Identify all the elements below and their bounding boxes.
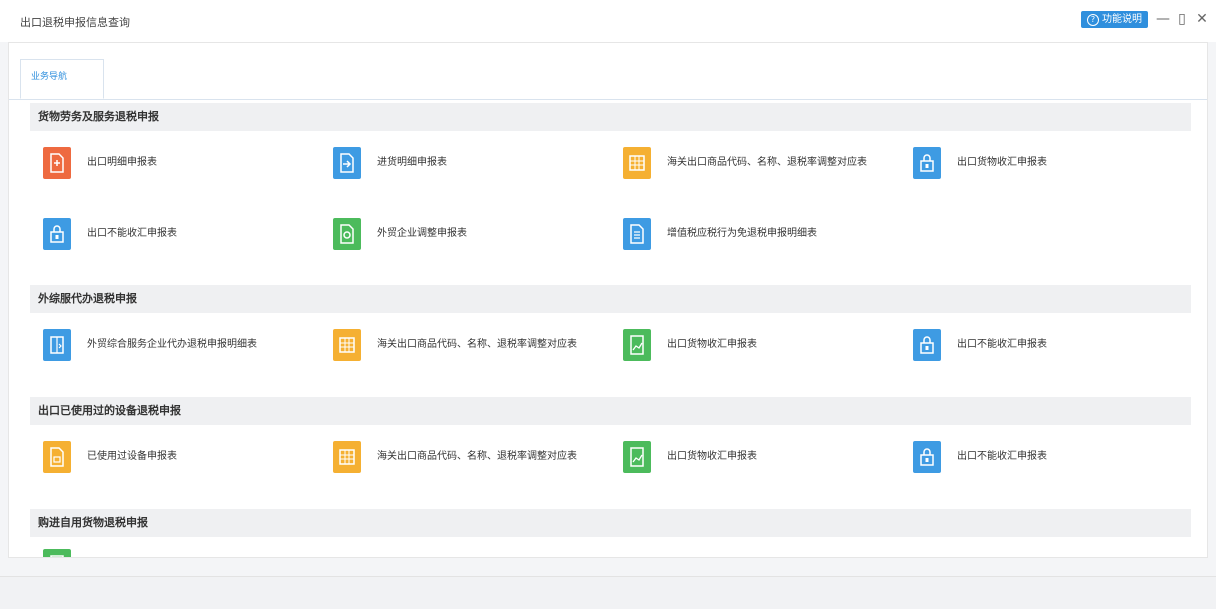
menu-item-export-no-collection[interactable]: 出口不能收汇申报表 [913,329,1047,361]
help-label: 功能说明 [1102,14,1142,25]
menu-item-self-use-purchase[interactable] [43,549,87,557]
section-header: 外综服代办退税申报 [30,285,1191,313]
lock-doc-icon [913,441,941,473]
list-doc-icon [623,218,651,250]
menu-item-export-no-collection[interactable]: 出口不能收汇申报表 [913,441,1047,473]
restore-button[interactable]: ▯ [1176,11,1188,28]
lock-doc-icon [43,218,71,250]
section-header: 货物劳务及服务退税申报 [30,103,1191,131]
menu-item-foreign-trade-agent[interactable]: 外贸综合服务企业代办退税申报明细表 [43,329,257,361]
menu-item-label: 外贸综合服务企业代办退税申报明细表 [87,339,257,350]
edit-doc-icon [333,218,361,250]
section-header: 出口已使用过的设备退税申报 [30,397,1191,425]
menu-item-label: 出口不能收汇申报表 [87,228,177,239]
chart-doc-icon [623,329,651,361]
menu-item-export-collection[interactable]: 出口货物收汇申报表 [623,329,757,361]
menu-item-label: 出口货物收汇申报表 [667,451,757,462]
minimize-button[interactable]: — [1156,11,1170,28]
question-icon: ? [1087,13,1099,26]
tab-business-nav[interactable]: 业务导航 [20,59,104,99]
menu-item-customs-code-table[interactable]: 海关出口商品代码、名称、退税率调整对应表 [333,329,577,361]
help-button[interactable]: ? 功能说明 [1081,11,1148,28]
export-doc-icon [43,329,71,361]
lock-doc-icon [913,329,941,361]
window-controls: ? 功能说明 — ▯ ✕ [1081,11,1208,28]
menu-item-label: 外贸企业调整申报表 [377,228,467,239]
menu-item-customs-code-table[interactable]: 海关出口商品代码、名称、退税率调整对应表 [333,441,577,473]
footer-bar [0,576,1216,609]
close-button[interactable]: ✕ [1196,11,1208,28]
menu-item-label: 出口货物收汇申报表 [667,339,757,350]
menu-item-label: 海关出口商品代码、名称、退税率调整对应表 [667,157,867,168]
table-icon [623,147,651,179]
device-doc-icon [43,441,71,473]
menu-item-label: 增值税应税行为免退税申报明细表 [667,228,817,239]
app-title: 出口退税申报信息查询 [20,16,130,29]
menu-item-label: 进货明细申报表 [377,157,447,168]
table-icon [333,329,361,361]
import-doc-icon [333,147,361,179]
menu-item-label: 海关出口商品代码、名称、退税率调整对应表 [377,451,577,462]
menu-item-export-collection[interactable]: 出口货物收汇申报表 [623,441,757,473]
menu-item-purchase-detail[interactable]: 进货明细申报表 [333,147,447,179]
table-icon [333,441,361,473]
menu-item-trade-adjust[interactable]: 外贸企业调整申报表 [333,218,467,250]
menu-item-used-device[interactable]: 已使用过设备申报表 [43,441,177,473]
menu-item-label: 出口不能收汇申报表 [957,451,1047,462]
menu-item-export-no-collection[interactable]: 出口不能收汇申报表 [43,218,177,250]
menu-item-label: 海关出口商品代码、名称、退税率调整对应表 [377,339,577,350]
menu-item-export-detail[interactable]: 出口明细申报表 [43,147,157,179]
menu-item-label: 出口货物收汇申报表 [957,157,1047,168]
section-header: 购进自用货物退税申报 [30,509,1191,537]
tab-bar: 业务导航 [9,57,1207,100]
menu-item-label: 已使用过设备申报表 [87,451,177,462]
lock-doc-icon [913,147,941,179]
menu-item-label: 出口明细申报表 [87,157,157,168]
menu-item-export-collection[interactable]: 出口货物收汇申报表 [913,147,1047,179]
chart-doc-icon [623,441,651,473]
doc-icon [43,549,71,557]
menu-item-label: 出口不能收汇申报表 [957,339,1047,350]
menu-item-customs-code-table[interactable]: 海关出口商品代码、名称、退税率调整对应表 [623,147,867,179]
export-doc-icon [43,147,71,179]
menu-item-vat-exempt-detail[interactable]: 增值税应税行为免退税申报明细表 [623,218,817,250]
title-bar: 出口退税申报信息查询 ? 功能说明 — ▯ ✕ [0,0,1216,42]
main-content: 业务导航 货物劳务及服务退税申报 出口明细申报表 进货明细申报表 海关出口商品代… [8,42,1208,558]
